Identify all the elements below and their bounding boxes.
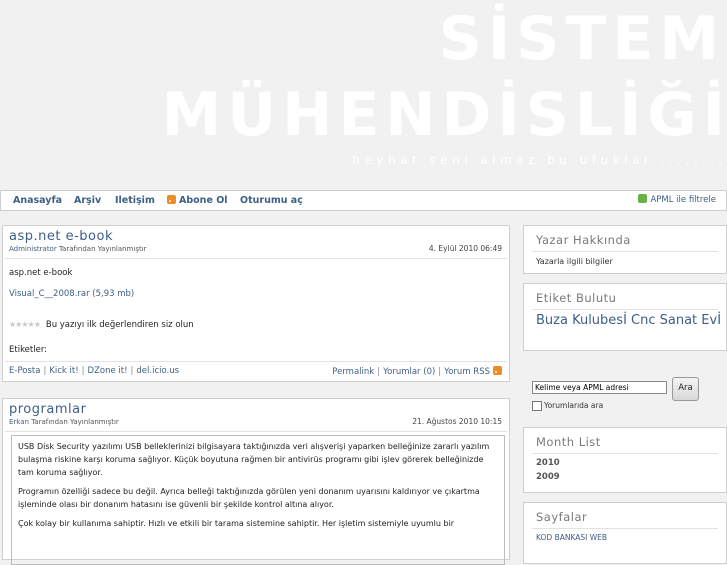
post-date: 4. Eylül 2010 06:49 [428,244,502,253]
search-input[interactable] [532,381,667,394]
post-title[interactable]: programlar [9,402,86,417]
page-link[interactable]: KOD BANKASI WEB [536,533,607,542]
tag-link[interactable]: Buza Kulubesİ Cnc Sanat Evİ [536,314,722,327]
post-byline: Administrator Tarafından Yayınlanmıştır [9,245,147,253]
widget-divider [532,528,718,529]
apml-filter-link[interactable]: APML ile filtrele [638,191,716,210]
site-header: SİSTEM MÜHENDİSLİĞİ heyhat seni almaz bu… [0,0,727,190]
post-byline-suffix: Tarafından Yayınlanmıştır [56,245,147,253]
widget-title: Sayfalar [536,510,588,524]
rating-text: Bu yazıyı ilk değerlendiren siz olun [45,320,194,330]
widget-author: Yazar Hakkında Yazarla ilgili bilgiler [523,225,727,274]
rating-stars-icon[interactable]: ★★★★★ [9,320,41,329]
share-kickit-link[interactable]: Kick it! [49,366,78,376]
tags-label: Etiketler: [9,345,48,355]
apml-filter-label: APML ile filtrele [650,195,716,205]
rating: ★★★★★ Bu yazıyı ilk değerlendiren siz olu… [9,320,194,330]
site-title-line-2: MÜHENDİSLİĞİ [161,80,727,150]
widget-divider [532,453,718,454]
widget-tag-cloud: Etiket Bulutu Buza Kulubesİ Cnc Sanat Ev… [523,283,727,351]
apml-icon [638,194,648,203]
comment-rss-link[interactable]: Yorum RSS [444,367,490,377]
widget-divider [532,309,718,310]
post-asp-net-ebook: asp.net e-book Administrator Tarafından … [2,225,510,382]
excerpt-paragraph: USB Disk Security yazılımı USB bellekler… [18,442,490,477]
post-divider [5,431,507,432]
main-navbar: Anasayfa Arşiv Iletişim Abone Ol Oturumu… [0,190,727,211]
year-link[interactable]: 2009 [536,472,560,482]
post-byline: Erkan Tarafından Yayınlanmıştır [9,418,119,426]
site-tagline: heyhat seni almaz bu ufuklar......... [352,153,727,167]
nav-subscribe-label: Abone Ol [179,195,228,206]
nav-contact[interactable]: Iletişim [115,191,155,210]
author-text: Yazarla ilgili bilgiler [536,257,613,266]
post-programlar: programlar Erkan Tarafından Yayınlanmışt… [2,398,510,565]
share-email-link[interactable]: E-Posta [9,366,40,376]
post-footer-divider [5,361,507,362]
post-title[interactable]: asp.net e-book [9,229,113,244]
widget-title: Etiket Bulutu [536,291,617,305]
widget-divider [532,251,718,252]
nav-home[interactable]: Anasayfa [13,191,62,210]
post-divider [5,258,507,259]
post-excerpt: USB Disk Security yazılımı USB bellekler… [11,435,505,565]
search-button[interactable]: Ara [672,377,699,401]
share-dzone-link[interactable]: DZone it! [88,366,128,376]
share-links: E-Posta | Kick it! | DZone it! | del.icio.us [9,366,180,376]
widget-title: Yazar Hakkında [536,233,631,247]
site-title-line-1: SİSTEM [438,4,725,74]
post-date: 21. Ağustos 2010 10:15 [412,417,502,426]
post-meta-links: Permalink | Yorumlar (0) | Yorum RSS [332,366,502,377]
year-link[interactable]: 2010 [536,458,560,468]
comments-link[interactable]: Yorumlar (0) [383,367,435,377]
rss-icon [167,195,176,204]
post-author[interactable]: Erkan [9,418,29,426]
search-comments-checkbox[interactable] [532,401,542,411]
post-author[interactable]: Administrator [9,245,57,253]
nav-subscribe[interactable]: Abone Ol [167,191,228,210]
widget-month-list: Month List 2010 2009 [523,427,727,493]
excerpt-paragraph: Çok kolay bir kullanıma sahiptir. Hızlı … [18,519,455,528]
attachment-link[interactable]: Visual_C__2008.rar (5,93 mb) [9,289,134,299]
excerpt-paragraph: Programın özelliği sadece bu değil. Ayrı… [18,487,480,509]
search-comments-label: Yorumlarıda ara [544,401,604,410]
post-byline-suffix: Tarafından Yayınlanmıştır [28,418,119,426]
widget-pages: Sayfalar KOD BANKASI WEB [523,502,727,564]
share-delicious-link[interactable]: del.icio.us [136,366,179,376]
rss-icon[interactable] [493,366,502,375]
post-body: asp.net e-book [9,268,73,278]
widget-title: Month List [536,435,601,449]
permalink-link[interactable]: Permalink [332,367,374,377]
nav-login[interactable]: Oturumu aç [240,191,303,210]
nav-archive[interactable]: Arşiv [74,191,101,210]
